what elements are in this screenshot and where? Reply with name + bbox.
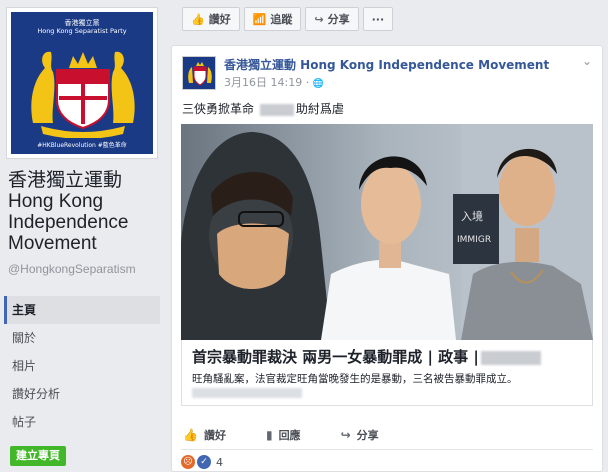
page-handle[interactable]: @HongkongSeparatism <box>8 262 136 276</box>
redacted-text <box>259 103 294 116</box>
profile-picture-image: 香港獨立黨 Hong Kong Separatist Party #HKBlue… <box>11 12 153 154</box>
article-thumbnail-photo[interactable]: 入境 IMMIGR <box>181 124 593 340</box>
post-card: 香港獨立運動 Hong Kong Independence Movement 3… <box>171 45 603 472</box>
nav-item-posts[interactable]: 帖子 <box>4 408 160 436</box>
post-menu-chevron-icon[interactable]: ⌄ <box>582 54 592 68</box>
post-text: 三俠勇掀革命 助紂爲虐 <box>182 100 344 117</box>
nav-item-insights[interactable]: 讚好分析 <box>4 380 160 408</box>
reaction-summary[interactable]: ☹ ✓ 4 <box>181 455 223 469</box>
coat-of-arms-icon <box>31 51 135 138</box>
post-timestamp[interactable]: 3月16日 14:19 · 🌐 <box>224 74 324 90</box>
post-text-end: 助紂爲虐 <box>295 102 344 116</box>
like-page-label: 讚好 <box>208 13 231 26</box>
reaction-count: 4 <box>216 455 223 469</box>
post-author-avatar[interactable] <box>182 56 216 90</box>
post-action-bar: 👍 讚好 ▮ 回應 ↪ 分享 <box>181 426 593 444</box>
news-photo-image: 入境 IMMIGR <box>181 124 593 340</box>
page-title[interactable]: 香港獨立運動 Hong Kong Independence Movement <box>8 170 168 254</box>
sign-text-zh: 入境 <box>461 209 483 223</box>
profile-hashtags: #HKBlueRevolution #藍色革命 <box>37 142 127 149</box>
divider <box>181 449 593 450</box>
redacted-source <box>480 350 541 365</box>
post-like-label: 讚好 <box>203 429 226 442</box>
post-like-button[interactable]: 👍 讚好 <box>183 426 226 444</box>
post-share-label: 分享 <box>356 429 379 442</box>
share-arrow-icon: ↪ <box>340 428 351 442</box>
thumbs-up-icon: 👍 <box>183 428 198 442</box>
more-options-button[interactable]: ··· <box>362 7 394 31</box>
share-page-label: 分享 <box>327 13 350 26</box>
like-page-button[interactable]: 👍 讚好 <box>182 7 240 31</box>
post-text-start: 三俠勇掀革命 <box>182 102 258 116</box>
article-title: 首宗暴動罪裁決 兩男一女暴動罪成 | 政事 | <box>192 346 543 367</box>
follow-page-button[interactable]: 📶 追蹤 <box>243 7 302 31</box>
article-source-redacted <box>192 388 302 398</box>
article-description: 旺角騷亂案，法官裁定旺角當晚發生的是暴動，三名被告暴動罪成立。 <box>192 373 518 385</box>
comment-bubble-icon: ▮ <box>265 428 273 442</box>
page-nav: 主頁 關於 相片 讚好分析 帖子 <box>4 296 160 436</box>
article-title-text: 首宗暴動罪裁決 兩男一女暴動罪成 | 政事 | <box>192 348 479 366</box>
angry-reaction-icon: ☹ <box>181 455 195 469</box>
coat-of-arms-icon <box>183 57 215 89</box>
share-arrow-icon: ↪ <box>314 12 324 26</box>
nav-item-home[interactable]: 主頁 <box>4 296 160 324</box>
page-action-bar: 👍 讚好 📶 追蹤 ↪ 分享 ··· <box>182 7 394 31</box>
post-date: 3月16日 14:19 · <box>224 76 313 89</box>
article-link-preview[interactable]: 首宗暴動罪裁決 兩男一女暴動罪成 | 政事 | 旺角騷亂案，法官裁定旺角當晚發生… <box>181 340 593 406</box>
sign-text-en: IMMIGR <box>457 235 491 245</box>
page-sidebar: 香港獨立黨 Hong Kong Separatist Party #HKBlue… <box>0 0 166 472</box>
globe-icon: 🌐 <box>312 79 324 89</box>
thumbs-up-icon: 👍 <box>191 12 205 26</box>
like-reaction-icon: ✓ <box>197 455 211 469</box>
post-share-button[interactable]: ↪ 分享 <box>341 426 379 444</box>
post-author-link[interactable]: 香港獨立運動 Hong Kong Independence Movement <box>224 56 549 73</box>
nav-item-about[interactable]: 關於 <box>4 324 160 352</box>
profile-picture[interactable]: 香港獨立黨 Hong Kong Separatist Party #HKBlue… <box>6 7 158 159</box>
nav-item-photos[interactable]: 相片 <box>4 352 160 380</box>
create-page-button[interactable]: 建立專頁 <box>10 446 66 466</box>
profile-party-name-en: Hong Kong Separatist Party <box>37 27 127 35</box>
share-page-button[interactable]: ↪ 分享 <box>305 7 359 31</box>
post-comment-button[interactable]: ▮ 回應 <box>266 426 301 444</box>
post-comment-label: 回應 <box>278 429 301 442</box>
follow-page-label: 追蹤 <box>270 13 293 26</box>
rss-icon: 📶 <box>252 12 267 26</box>
